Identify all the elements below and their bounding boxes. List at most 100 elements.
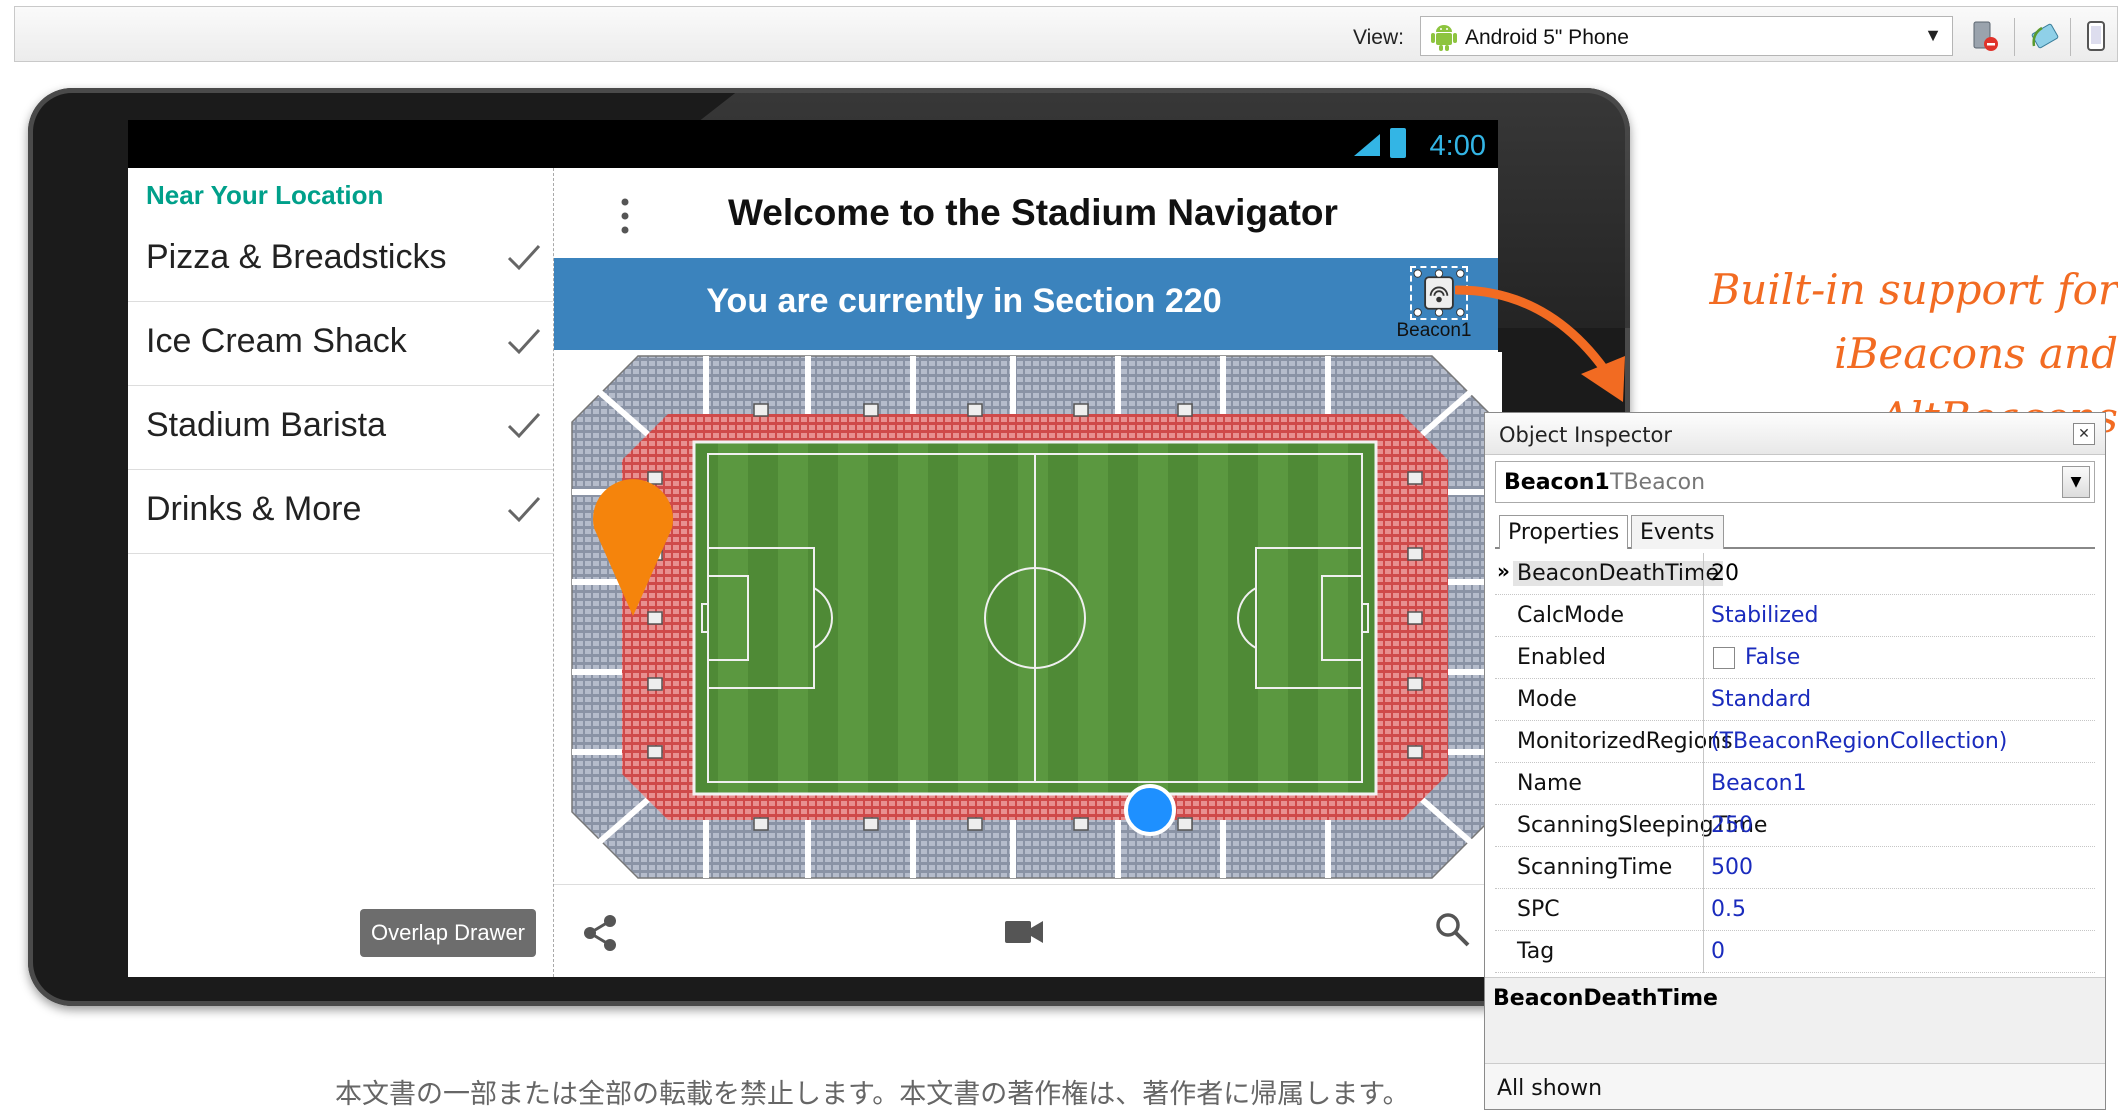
drawer-header: Near Your Location (146, 180, 384, 210)
property-value[interactable]: 0.5 (1711, 897, 1746, 922)
property-row[interactable]: Mode Standard (1495, 679, 2095, 721)
checkmark-icon (507, 244, 541, 271)
component-selector[interactable]: Beacon1 TBeacon ▼ (1495, 461, 2095, 503)
status-bar: 4:00 (128, 120, 1498, 168)
annotation-arrow (1455, 285, 1625, 402)
view-select-value: Android 5" Phone (1465, 26, 1629, 49)
copyright-notice: 本文書の一部または全部の転載を禁止します。本文書の著作権は、著作者に帰属します。 (335, 1079, 1410, 1110)
checkmark-icon (507, 496, 541, 523)
object-inspector-title: Object Inspector (1499, 423, 1673, 447)
video-camera-icon[interactable] (1005, 919, 1043, 945)
property-name: MonitorizedRegions (1517, 729, 1733, 754)
property-grid: » BeaconDeathTime 20 CalcMode Stabilized… (1495, 553, 2095, 973)
overlap-drawer-button[interactable]: Overlap Drawer (360, 909, 536, 957)
stadium-map (568, 352, 1502, 882)
drawer-item-label: Pizza & Breadsticks (146, 238, 447, 276)
property-value[interactable]: False (1745, 645, 1800, 670)
property-value[interactable]: 500 (1711, 855, 1753, 880)
rotate-device-icon[interactable] (2030, 20, 2060, 52)
column-divider (1703, 763, 1704, 805)
property-row[interactable]: ScanningTime 500 (1495, 847, 2095, 889)
column-divider (1703, 553, 1704, 595)
property-description-title: BeaconDeathTime (1493, 986, 1718, 1011)
property-row[interactable]: Enabled False (1495, 637, 2095, 679)
property-value[interactable]: Stabilized (1711, 603, 1818, 628)
property-row[interactable]: CalcMode Stabilized (1495, 595, 2095, 637)
inspector-tabs: Properties Events (1495, 509, 2095, 549)
view-label: View: (1353, 26, 1404, 49)
section-text: You are currently in Section 220 (706, 282, 1222, 320)
drawer-item[interactable]: Ice Cream Shack (128, 302, 553, 386)
status-time: 4:00 (1429, 130, 1486, 162)
column-divider (1703, 805, 1704, 847)
app-bar: Welcome to the Stadium Navigator (554, 168, 1498, 258)
property-name: Name (1517, 771, 1582, 796)
section-banner: You are currently in Section 220 Beacon1 (554, 258, 1498, 350)
device-orientation-icon[interactable] (2082, 20, 2112, 52)
status-text: All shown (1497, 1076, 1603, 1101)
property-row[interactable]: » BeaconDeathTime 20 (1495, 553, 2095, 595)
component-class: TBeacon (1610, 470, 1706, 495)
property-name: Tag (1517, 939, 1555, 964)
designer-window: View: Android 5" Phone ▼ 4:00 Near Your … (0, 0, 2118, 1110)
navigation-drawer: Near Your Location Pizza & Breadsticks I… (128, 168, 554, 977)
view-select[interactable]: Android 5" Phone ▼ (1420, 16, 1953, 56)
property-description: BeaconDeathTime (1485, 977, 2105, 1063)
chevron-down-icon: ▼ (1924, 25, 1942, 45)
object-inspector: Object Inspector ✕ Beacon1 TBeacon ▼ Pro… (1484, 412, 2106, 1110)
property-row[interactable]: Tag 0 (1495, 931, 2095, 973)
device-stop-icon[interactable] (1970, 20, 2000, 52)
tab-events[interactable]: Events (1631, 515, 1724, 549)
drawer-item-label: Drinks & More (146, 490, 362, 528)
property-value[interactable]: 20 (1711, 561, 1739, 586)
drawer-item[interactable]: Drinks & More (128, 470, 553, 554)
column-divider (1703, 721, 1704, 763)
close-icon[interactable]: ✕ (2073, 423, 2095, 445)
property-name: BeaconDeathTime (1513, 561, 1723, 586)
drawer-item-label: Ice Cream Shack (146, 322, 407, 360)
column-divider (1703, 889, 1704, 931)
checkmark-icon (507, 328, 541, 355)
property-name: CalcMode (1517, 603, 1624, 628)
column-divider (1703, 637, 1704, 679)
overflow-menu-icon[interactable] (620, 196, 630, 236)
battery-icon (1390, 128, 1406, 158)
toolbar-separator (2070, 18, 2071, 56)
object-inspector-titlebar: Object Inspector ✕ (1485, 413, 2105, 455)
property-row[interactable]: MonitorizedRegions (TBeaconRegionCollect… (1495, 721, 2095, 763)
property-value[interactable]: (TBeaconRegionCollection) (1711, 729, 2007, 754)
search-icon[interactable] (1434, 911, 1470, 947)
property-value[interactable]: Standard (1711, 687, 1811, 712)
chevron-down-icon[interactable]: ▼ (2062, 466, 2090, 498)
android-icon (1431, 25, 1457, 51)
property-name: Enabled (1517, 645, 1606, 670)
checkmark-icon (507, 412, 541, 439)
column-divider (1703, 595, 1704, 637)
selected-row-indicator-icon: » (1497, 559, 1510, 583)
column-divider (1703, 931, 1704, 973)
annotation-line-1: Built-in support for (1709, 265, 2118, 314)
drawer-item-label: Stadium Barista (146, 406, 386, 444)
toolbar-separator (2014, 18, 2015, 56)
column-divider (1703, 679, 1704, 721)
app-title: Welcome to the Stadium Navigator (728, 192, 1338, 233)
drawer-item[interactable]: Pizza & Breadsticks (128, 218, 553, 302)
inspector-status-bar: All shown (1485, 1063, 2105, 1109)
enabled-checkbox[interactable] (1713, 647, 1735, 669)
bottom-toolbar (554, 884, 1498, 977)
share-icon[interactable] (580, 913, 620, 953)
property-name: Mode (1517, 687, 1577, 712)
column-divider (1703, 847, 1704, 889)
signal-icon (1354, 134, 1380, 156)
property-value[interactable]: 250 (1711, 813, 1753, 838)
property-value[interactable]: 0 (1711, 939, 1725, 964)
property-row[interactable]: SPC 0.5 (1495, 889, 2095, 931)
property-value[interactable]: Beacon1 (1711, 771, 1807, 796)
property-name: ScanningTime (1517, 855, 1673, 880)
property-row[interactable]: ScanningSleepingTime 250 (1495, 805, 2095, 847)
property-row[interactable]: Name Beacon1 (1495, 763, 2095, 805)
drawer-item[interactable]: Stadium Barista (128, 386, 553, 470)
tab-properties[interactable]: Properties (1499, 515, 1629, 549)
property-name: SPC (1517, 897, 1560, 922)
current-location-dot (1124, 784, 1176, 836)
